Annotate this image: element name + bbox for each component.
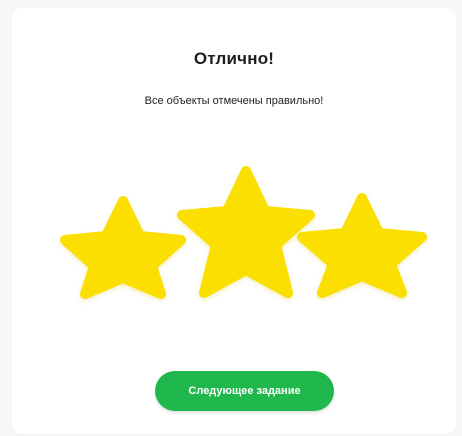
result-subtitle: Все объекты отмечены правильно! <box>144 95 324 107</box>
result-title: Отлично! <box>193 49 275 68</box>
star-icon-middle <box>177 166 315 298</box>
next-task-button[interactable]: Следующее задание <box>155 371 334 411</box>
star-icon-left <box>60 196 186 299</box>
star-icon-right <box>297 193 427 298</box>
result-screen: Отлично! Все объекты отмечены правильно!… <box>0 0 462 436</box>
result-card: Отлично! Все объекты отмечены правильно!… <box>12 8 456 434</box>
